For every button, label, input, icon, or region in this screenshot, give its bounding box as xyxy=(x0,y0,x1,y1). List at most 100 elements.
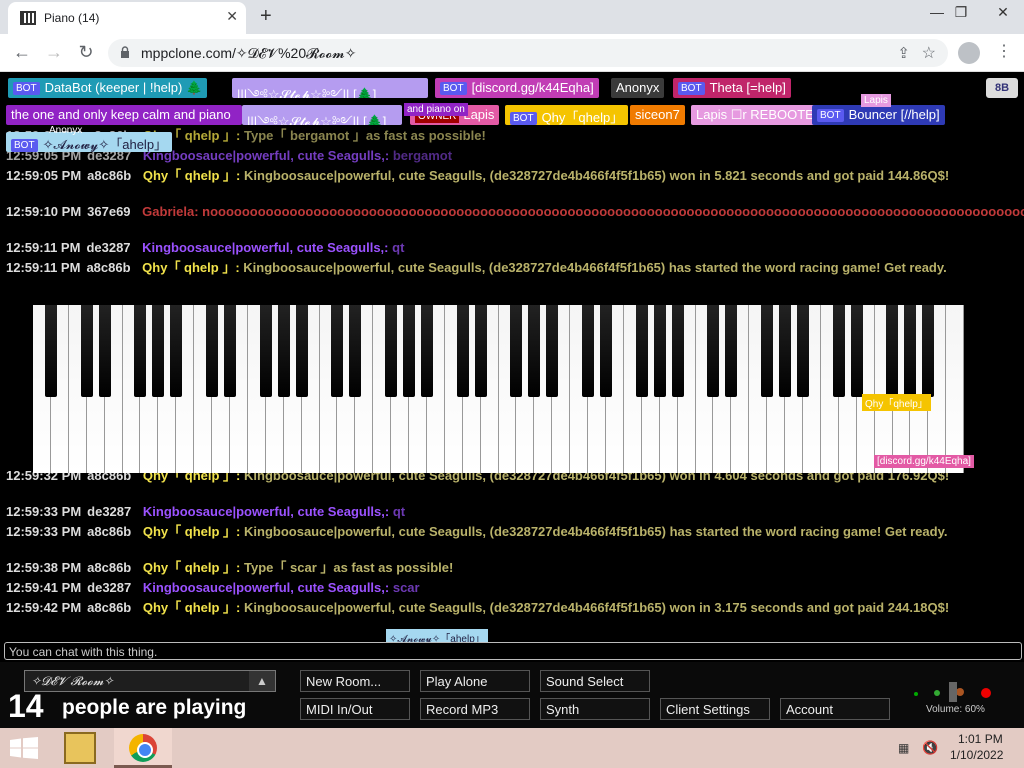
windows-start-icon[interactable] xyxy=(10,737,38,759)
tab-close-icon[interactable]: ✕ xyxy=(226,8,238,25)
player-tag-siceon[interactable]: siceon7 xyxy=(630,105,685,125)
black-key[interactable] xyxy=(582,305,595,397)
bb-button[interactable]: 8B xyxy=(986,78,1018,98)
room-dropdown-arrow-icon[interactable]: ▲ xyxy=(249,671,275,691)
black-key[interactable] xyxy=(223,305,236,397)
black-key[interactable] xyxy=(886,305,899,397)
black-keys xyxy=(33,305,964,397)
clock-time[interactable]: 1:01 PM xyxy=(958,732,1003,746)
share-icon[interactable]: ⇪ xyxy=(897,44,910,62)
black-key[interactable] xyxy=(832,305,845,397)
window-close-button[interactable]: ✕ xyxy=(988,4,1018,21)
midi-button[interactable]: MIDI In/Out xyxy=(300,698,410,720)
room-select[interactable]: ✧𝓓𝓔𝓥 𝓡𝓸𝓸𝓶✧ ▲ xyxy=(24,670,276,692)
new-tab-button[interactable]: + xyxy=(260,5,272,28)
black-key[interactable] xyxy=(44,305,57,397)
forward-button[interactable]: → xyxy=(42,42,66,63)
url-bar[interactable]: mppclone.com/✧𝓓𝓔𝓥%20𝓡𝓸𝓸𝓶✧ ⇪ ☆ xyxy=(108,39,948,67)
player-name: the one and only keep calm and piano xyxy=(11,107,231,122)
player-tag-step[interactable]: |||༺☆𝓢𝓽𝓮𝓹☆༻|| [🌲] xyxy=(232,78,428,98)
synth-button[interactable]: Synth xyxy=(540,698,650,720)
black-key[interactable] xyxy=(761,305,774,397)
player-tag-the-one[interactable]: the one and only keep calm and piano xyxy=(6,105,242,125)
bot-badge: BOT xyxy=(510,112,537,125)
player-tag-theta[interactable]: BOT Theta [=help] xyxy=(673,78,791,98)
message-author: Kingboosauce|powerful, cute Seagulls,: xyxy=(142,504,390,519)
black-key[interactable] xyxy=(259,305,272,397)
account-button[interactable]: Account xyxy=(780,698,890,720)
profile-icon[interactable] xyxy=(958,42,980,64)
black-key[interactable] xyxy=(277,305,290,397)
player-name: [discord.gg/k44Eqha] xyxy=(471,80,594,95)
player-tag-anonyx[interactable]: Anonyx xyxy=(611,78,665,98)
black-key[interactable] xyxy=(850,305,863,397)
speaker-muted-icon[interactable]: 🔇 xyxy=(922,740,938,756)
message-text: Kingboosauce|powerful, cute Seagulls, (d… xyxy=(244,600,950,615)
message-id: a8c86b xyxy=(86,260,131,275)
message-text: bergamot xyxy=(392,148,453,163)
black-key[interactable] xyxy=(725,305,738,397)
message-text: qt xyxy=(392,504,406,519)
file-explorer-icon[interactable] xyxy=(64,732,96,764)
player-tag-discord[interactable]: BOT [discord.gg/k44Eqha] xyxy=(435,78,599,98)
player-name: Lapis xyxy=(463,107,495,122)
black-key[interactable] xyxy=(599,305,612,397)
message-id: de3287 xyxy=(86,240,131,255)
black-key[interactable] xyxy=(295,305,308,397)
browser-tab[interactable]: Piano (14) ✕ xyxy=(8,2,246,34)
message-text: nooooooooooooooooooooooooooooooooooooooo… xyxy=(202,204,1024,219)
black-key[interactable] xyxy=(510,305,523,397)
black-key[interactable] xyxy=(206,305,219,397)
bookmark-star-icon[interactable]: ☆ xyxy=(922,43,936,63)
player-tag-step-2[interactable]: |||༺☆𝓢𝓽𝓮𝓹☆༻|| [🌲] xyxy=(242,105,402,125)
black-key[interactable] xyxy=(796,305,809,397)
black-key[interactable] xyxy=(420,305,433,397)
maximize-button[interactable]: ❐ xyxy=(946,4,976,21)
black-key[interactable] xyxy=(474,305,487,397)
clock-date[interactable]: 1/10/2022 xyxy=(950,748,1003,762)
black-key[interactable] xyxy=(80,305,93,397)
black-key[interactable] xyxy=(402,305,415,397)
black-key[interactable] xyxy=(707,305,720,397)
record-mp3-button[interactable]: Record MP3 xyxy=(420,698,530,720)
player-tag-databot[interactable]: BOT DataBot (keeper | !help) 🌲 xyxy=(8,78,208,98)
volume-knob-icon[interactable] xyxy=(949,682,957,702)
black-key[interactable] xyxy=(528,305,541,397)
chat-input[interactable]: You can chat with this thing. xyxy=(4,642,1022,660)
player-name: Bouncer [//help] xyxy=(848,107,940,122)
player-tag-qhy[interactable]: BOT Qhy「qhelp」 xyxy=(505,105,629,125)
reload-button[interactable]: ↻ xyxy=(74,42,98,63)
url-text[interactable]: mppclone.com/✧𝓓𝓔𝓥%20𝓡𝓸𝓸𝓶✧ xyxy=(141,45,356,62)
client-settings-button[interactable]: Client Settings xyxy=(660,698,770,720)
black-key[interactable] xyxy=(635,305,648,397)
black-key[interactable] xyxy=(152,305,165,397)
black-key[interactable] xyxy=(385,305,398,397)
browser-menu-icon[interactable]: ⋮ xyxy=(996,41,1012,61)
people-label: people are playing xyxy=(62,696,247,719)
browser-tab-bar: Piano (14) ✕ + — ❐ ✕ xyxy=(0,0,1024,34)
play-alone-button[interactable]: Play Alone xyxy=(420,670,530,692)
black-key[interactable] xyxy=(778,305,791,397)
black-key[interactable] xyxy=(349,305,362,397)
black-key[interactable] xyxy=(904,305,917,397)
black-key[interactable] xyxy=(456,305,469,397)
player-tag-anowy[interactable]: BOT ✧𝓐𝓷𝓸𝔀𝔂✧「ahelp」 xyxy=(6,132,173,152)
black-key[interactable] xyxy=(170,305,183,397)
black-key[interactable] xyxy=(134,305,147,397)
piano-keyboard[interactable] xyxy=(33,305,965,473)
black-key[interactable] xyxy=(98,305,111,397)
message-text: Type「 bergamot 」as fast as possible! xyxy=(244,128,486,143)
black-key[interactable] xyxy=(331,305,344,397)
back-button[interactable]: ← xyxy=(10,42,34,63)
black-key[interactable] xyxy=(546,305,559,397)
player-tag-lapis-rebooted[interactable]: Lapis ☐r REBOOTED xyxy=(691,105,829,125)
new-room-button[interactable]: New Room... xyxy=(300,670,410,692)
message-id: 367e69 xyxy=(87,204,131,219)
black-key[interactable] xyxy=(922,305,935,397)
player-tag-bouncer[interactable]: BOT Bouncer [//help] xyxy=(812,105,945,125)
black-key[interactable] xyxy=(671,305,684,397)
sound-select-button[interactable]: Sound Select xyxy=(540,670,650,692)
network-icon[interactable]: ▦ xyxy=(898,741,909,755)
black-key[interactable] xyxy=(653,305,666,397)
chrome-taskbar-button[interactable] xyxy=(114,728,172,768)
